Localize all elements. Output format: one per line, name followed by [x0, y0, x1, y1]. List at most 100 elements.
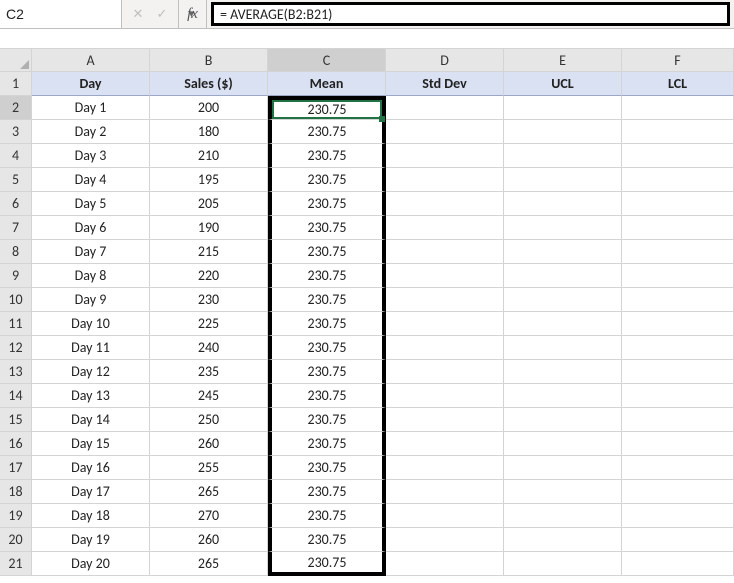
cell[interactable] [504, 504, 622, 528]
cell[interactable] [622, 192, 734, 216]
cell[interactable] [386, 288, 504, 312]
cell[interactable] [622, 384, 734, 408]
cell[interactable] [504, 312, 622, 336]
cell[interactable] [386, 408, 504, 432]
select-all-corner[interactable] [0, 49, 32, 72]
cell[interactable]: Day 19 [32, 528, 150, 552]
cell[interactable] [622, 144, 734, 168]
column-header-B[interactable]: B [150, 49, 268, 72]
cell[interactable]: 210 [150, 144, 268, 168]
cell[interactable] [622, 408, 734, 432]
cell[interactable] [504, 96, 622, 120]
cell[interactable] [504, 384, 622, 408]
cell[interactable] [504, 120, 622, 144]
row-header[interactable]: 12 [0, 336, 32, 360]
fx-label[interactable]: fx [179, 0, 207, 28]
cell[interactable]: Day 13 [32, 384, 150, 408]
cell[interactable]: 225 [150, 312, 268, 336]
cell[interactable]: 230.75 [268, 360, 386, 384]
column-header-F[interactable]: F [622, 49, 734, 72]
cell[interactable]: 230.75 [268, 336, 386, 360]
row-header[interactable]: 1 [0, 72, 32, 96]
cell[interactable] [622, 120, 734, 144]
cell[interactable]: 260 [150, 528, 268, 552]
cell[interactable] [386, 120, 504, 144]
cell[interactable]: 245 [150, 384, 268, 408]
cell[interactable]: 230.75 [268, 312, 386, 336]
cell[interactable] [622, 432, 734, 456]
cell[interactable] [622, 264, 734, 288]
cell[interactable] [504, 408, 622, 432]
cell[interactable]: 230.75 [268, 240, 386, 264]
row-header[interactable]: 8 [0, 240, 32, 264]
row-header[interactable]: 4 [0, 144, 32, 168]
row-header[interactable]: 17 [0, 456, 32, 480]
cell[interactable]: Day 1 [32, 96, 150, 120]
cell[interactable] [504, 144, 622, 168]
cell[interactable] [386, 144, 504, 168]
row-header[interactable]: 13 [0, 360, 32, 384]
cell[interactable] [622, 456, 734, 480]
cell[interactable]: 230.75 [268, 120, 386, 144]
cell[interactable] [504, 528, 622, 552]
cell[interactable]: Day 3 [32, 144, 150, 168]
cell[interactable] [386, 264, 504, 288]
cell[interactable] [622, 312, 734, 336]
active-cell[interactable]: 230.75 [268, 96, 386, 120]
cell[interactable]: Std Dev [386, 72, 504, 96]
cell[interactable] [622, 240, 734, 264]
cell[interactable] [504, 336, 622, 360]
cell[interactable] [386, 504, 504, 528]
cell[interactable] [386, 432, 504, 456]
cell[interactable]: 190 [150, 216, 268, 240]
cell[interactable]: 235 [150, 360, 268, 384]
cell[interactable] [622, 480, 734, 504]
cell[interactable]: Day 2 [32, 120, 150, 144]
row-header[interactable]: 6 [0, 192, 32, 216]
cell[interactable]: Day 9 [32, 288, 150, 312]
cell[interactable] [504, 168, 622, 192]
cell[interactable]: 265 [150, 480, 268, 504]
cell[interactable]: 265 [150, 552, 268, 576]
cell[interactable] [386, 480, 504, 504]
cell[interactable] [622, 336, 734, 360]
cell[interactable] [386, 456, 504, 480]
cell[interactable]: Day 14 [32, 408, 150, 432]
cell[interactable]: Day 6 [32, 216, 150, 240]
cell[interactable] [504, 432, 622, 456]
row-header[interactable]: 9 [0, 264, 32, 288]
row-header[interactable]: 3 [0, 120, 32, 144]
cell[interactable] [504, 288, 622, 312]
cell[interactable]: 230.75 [268, 552, 386, 576]
cell[interactable]: 250 [150, 408, 268, 432]
cell[interactable]: 230.75 [268, 288, 386, 312]
cell[interactable]: 195 [150, 168, 268, 192]
cell[interactable] [504, 264, 622, 288]
cell[interactable] [622, 168, 734, 192]
cell[interactable] [504, 456, 622, 480]
formula-input[interactable]: = AVERAGE(B2:B21) [211, 2, 730, 26]
cell[interactable]: Day 4 [32, 168, 150, 192]
cell[interactable]: Day 18 [32, 504, 150, 528]
cell[interactable]: 230.75 [268, 432, 386, 456]
cell[interactable]: UCL [504, 72, 622, 96]
cell[interactable] [386, 96, 504, 120]
cell[interactable]: 270 [150, 504, 268, 528]
cell[interactable]: 220 [150, 264, 268, 288]
cell[interactable]: Day 15 [32, 432, 150, 456]
cell[interactable]: 240 [150, 336, 268, 360]
cell[interactable] [504, 552, 622, 576]
row-header[interactable]: 14 [0, 384, 32, 408]
cell[interactable]: Day 20 [32, 552, 150, 576]
cell[interactable]: 230.75 [268, 528, 386, 552]
row-header[interactable]: 7 [0, 216, 32, 240]
cell[interactable]: 230 [150, 288, 268, 312]
cell[interactable]: 230.75 [268, 456, 386, 480]
cell[interactable] [386, 168, 504, 192]
row-header[interactable]: 20 [0, 528, 32, 552]
cell[interactable] [622, 504, 734, 528]
cell[interactable]: 255 [150, 456, 268, 480]
cell[interactable] [504, 360, 622, 384]
cell[interactable] [386, 336, 504, 360]
worksheet-grid[interactable]: A B C D E F 1 Day Sales ($) Mean Std Dev… [0, 49, 734, 576]
